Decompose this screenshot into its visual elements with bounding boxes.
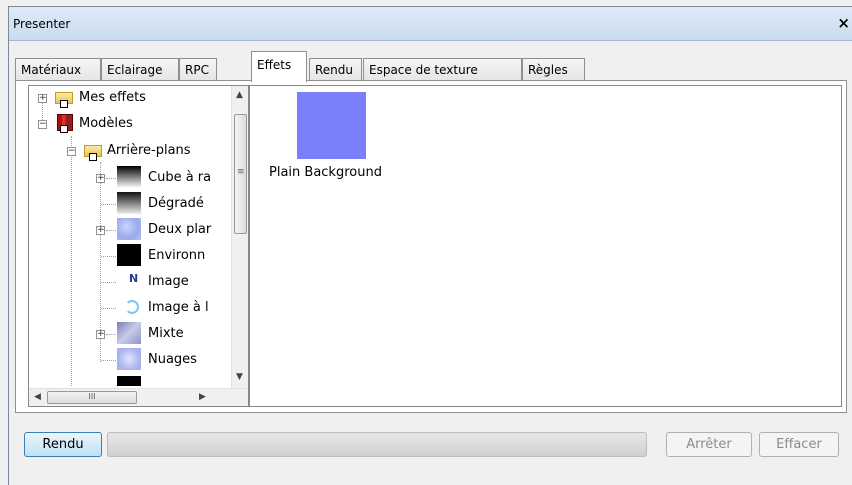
texture-thumbnail [117,218,141,240]
tree-item-image-a-l[interactable]: Image à l [29,296,229,320]
tree-item-mes-effets[interactable]: + Mes effets [29,88,229,108]
clear-button[interactable]: Effacer [759,432,839,457]
shortcut-overlay-icon [60,100,68,108]
image-icon [125,300,139,314]
plain-background-thumbnail[interactable] [297,92,366,159]
tree-item-label: Modèles [79,116,133,131]
scroll-down-icon[interactable]: ▼ [236,372,243,382]
tree-guide-line [101,282,116,283]
tree-guide-line [106,178,116,179]
tab-espace-de-texture[interactable]: Espace de texture [363,58,522,82]
tree-item-label: Dégradé [148,196,204,211]
tree-guide-line [106,334,116,335]
tree-item-label: Image [148,274,189,289]
render-progress-bar [107,432,647,457]
expand-icon[interactable]: + [96,330,105,339]
tab-regles[interactable]: Règles [522,58,585,82]
tree-horizontal-scrollbar[interactable]: ◀ III ▶ [29,388,248,406]
tab-materiaux[interactable]: Matériaux [15,58,101,82]
texture-thumbnail [117,322,141,344]
effects-panel: + Mes effets − Modèles − Arrière-plans +… [15,80,847,413]
tab-effets[interactable]: Effets [251,51,307,82]
tree-item-label: Nuages [148,352,197,367]
image-icon: N [129,272,139,285]
tree-item-deux-plans[interactable]: + Deux plar [29,218,229,242]
tree-item-environnement[interactable]: Environn [29,244,229,268]
tree-item-mixte[interactable]: + Mixte [29,322,229,346]
tree-item-modeles[interactable]: − Modèles [29,114,229,134]
scroll-thumb[interactable]: III [47,391,137,404]
tree-guide-line [106,230,116,231]
collapse-icon[interactable]: − [67,147,76,156]
collapse-icon[interactable]: − [38,120,47,129]
texture-thumbnail [117,348,141,370]
tree-item-label: Mes effets [79,90,146,105]
gradient-thumbnail [117,192,141,214]
tab-rpc[interactable]: RPC [179,58,217,82]
scroll-left-icon[interactable]: ◀ [34,392,41,402]
tree-guide-line [101,204,116,205]
tree-item-image[interactable]: N Image [29,270,229,294]
scroll-up-icon[interactable]: ▲ [236,90,243,100]
tree-vertical-scrollbar[interactable]: ▲ ≡ ▼ [231,86,248,388]
expand-icon[interactable]: + [38,94,47,103]
black-thumbnail [117,376,141,386]
tree-item-label: Image à l [148,300,209,315]
effects-tree[interactable]: + Mes effets − Modèles − Arrière-plans +… [28,85,249,407]
window-title: Presenter [13,17,71,31]
tree-guide-line [101,256,116,257]
tree-item-nuages[interactable]: Nuages [29,348,229,372]
tree-item-label: Cube à ra [148,170,212,185]
black-thumbnail [117,244,141,266]
tree-item-degrade[interactable]: Dégradé [29,192,229,216]
scroll-right-icon[interactable]: ▶ [199,392,206,402]
close-icon[interactable]: × [837,14,850,32]
gradient-thumbnail [117,166,141,188]
grip-icon: ≡ [237,167,245,177]
tree-guide-line [101,308,116,309]
tree-item-label: Environn [148,248,206,263]
tree-item-label: Mixte [148,326,184,341]
stop-button[interactable]: Arrêter [666,432,752,457]
effects-view[interactable]: Plain Background [249,85,842,407]
tab-eclairage[interactable]: Eclairage [101,58,179,82]
expand-icon[interactable]: + [96,226,105,235]
tree-guide-line [101,360,116,361]
effect-label[interactable]: Plain Background [267,164,384,181]
tree-item-label: Arrière-plans [107,143,191,158]
tree-item-cube[interactable]: + Cube à ra [29,166,229,190]
title-bar[interactable]: Presenter × [9,7,852,41]
render-button[interactable]: Rendu [24,432,102,457]
tree-item-label: Deux plar [148,222,212,237]
shortcut-overlay-icon [89,153,97,161]
scroll-thumb[interactable]: ≡ [234,114,247,234]
shortcut-overlay-icon [60,125,68,133]
tree-item-arriere-plans[interactable]: − Arrière-plans [29,140,229,161]
tab-rendu[interactable]: Rendu [309,58,362,82]
expand-icon[interactable]: + [96,174,105,183]
